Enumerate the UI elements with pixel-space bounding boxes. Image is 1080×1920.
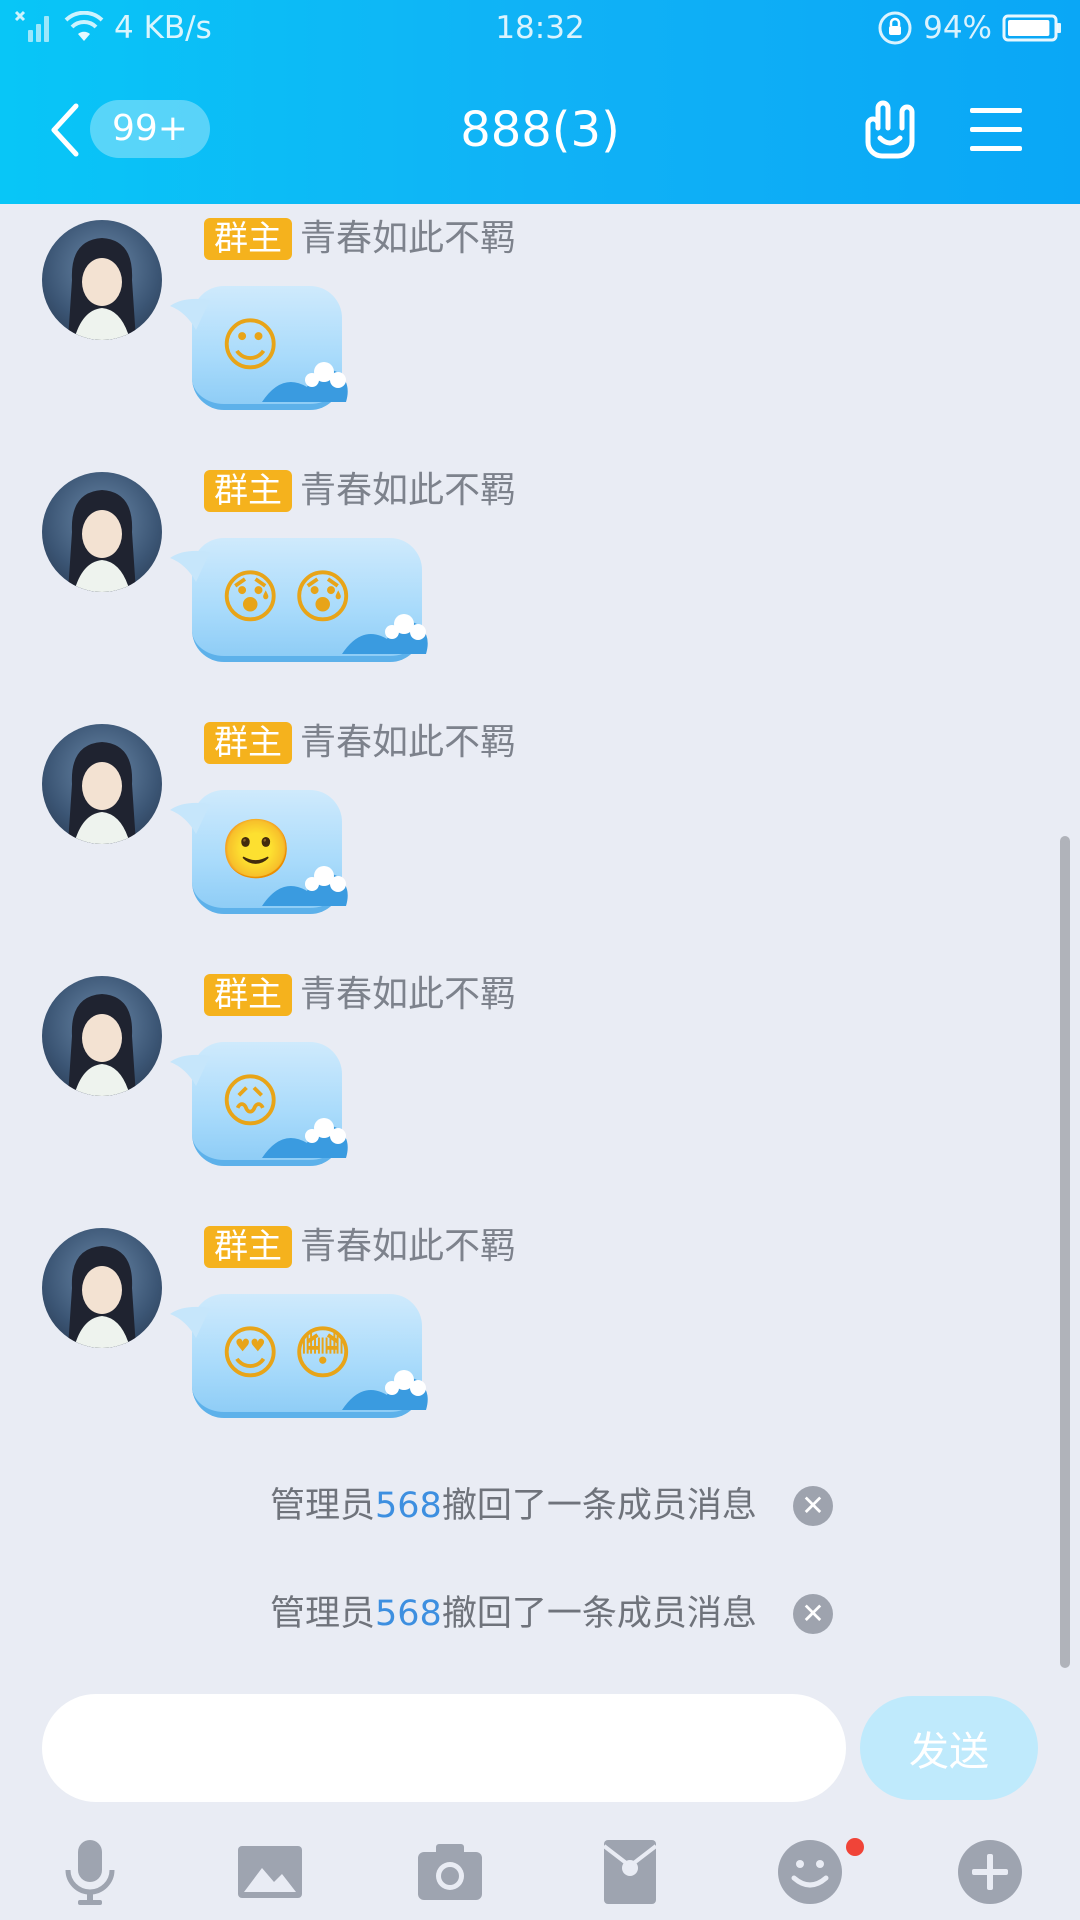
emoji: 😰 (220, 563, 281, 631)
plus-icon[interactable] (954, 1836, 1026, 1908)
bubble-tail (170, 802, 210, 834)
message-item: 群主 青春如此不羁 😍 😳 (0, 1212, 1060, 1418)
avatar-image (68, 490, 136, 592)
notice-prefix: 管理员 (270, 1594, 376, 1634)
bubble-tail (170, 550, 210, 582)
sender-row: 群主 青春如此不羁 (204, 1226, 516, 1268)
avatar[interactable] (42, 724, 162, 844)
status-right: 94% (877, 8, 1062, 48)
hand-gesture-button[interactable] (858, 98, 922, 162)
avatar-image (68, 994, 136, 1096)
avatar-image (68, 1246, 136, 1348)
emoji: 😍 (220, 1319, 281, 1387)
camera-icon[interactable] (414, 1836, 486, 1908)
notice-text: 管理员568撤回了一条成员消息 (270, 1584, 757, 1644)
message-bubble[interactable]: 🙂 (170, 790, 348, 914)
message-list[interactable]: 群主 青春如此不羁 ☺ 群主 青春如此不羁 😰 😰 群主 青春如此不羁 🙂 群主… (0, 204, 1080, 1668)
emoji-icon[interactable] (774, 1836, 846, 1908)
battery-percent: 94% (923, 10, 992, 46)
role-badge: 群主 (204, 218, 292, 260)
role-badge: 群主 (204, 470, 292, 512)
message-bubble[interactable]: 😰 😰 (170, 538, 428, 662)
message-bubble[interactable]: 😍 😳 (170, 1294, 428, 1418)
recall-notice: 管理员568撤回了一条成员消息 ✕ (0, 1476, 1060, 1536)
input-area: 发送 (0, 1668, 1080, 1920)
image-icon[interactable] (234, 1836, 306, 1908)
app-header: 4 KB/s 18:32 94% 99+ 888(3) (0, 0, 1080, 204)
avatar-image (68, 238, 136, 340)
recall-notice: 管理员568撤回了一条成员消息 ✕ (0, 1584, 1060, 1644)
wave-decoration-icon (262, 866, 348, 906)
avatar[interactable] (42, 220, 162, 340)
notice-suffix: 撤回了一条成员消息 (441, 1594, 757, 1634)
sender-name[interactable]: 青春如此不羁 (300, 470, 516, 512)
battery-icon (1002, 14, 1061, 42)
hand-gesture-icon (865, 100, 915, 159)
bubble-tail (170, 1306, 210, 1338)
send-button[interactable]: 发送 (860, 1696, 1038, 1800)
role-badge: 群主 (204, 722, 292, 764)
notification-dot (846, 1838, 864, 1856)
avatar[interactable] (42, 472, 162, 592)
menu-icon (970, 108, 1022, 151)
admin-id-link[interactable]: 568 (375, 1594, 442, 1634)
notice-prefix: 管理员 (270, 1486, 376, 1526)
admin-id-link[interactable]: 568 (375, 1486, 442, 1526)
notice-suffix: 撤回了一条成员消息 (441, 1486, 757, 1526)
bubble-tail (170, 1054, 210, 1086)
bubble-tail (170, 298, 210, 330)
notice-text: 管理员568撤回了一条成员消息 (270, 1476, 757, 1536)
sender-name[interactable]: 青春如此不羁 (300, 974, 516, 1016)
message-input[interactable] (42, 1694, 846, 1802)
nav-bar: 99+ 888(3) (0, 80, 1080, 180)
input-toolbar (0, 1818, 1080, 1918)
message-bubble[interactable]: ☺ (170, 286, 348, 410)
sender-row: 群主 青春如此不羁 (204, 218, 516, 260)
microphone-icon[interactable] (54, 1836, 126, 1908)
close-icon[interactable]: ✕ (793, 1594, 833, 1634)
message-item: 群主 青春如此不羁 ☺ (0, 204, 1060, 410)
sender-row: 群主 青春如此不羁 (204, 974, 516, 1016)
role-badge: 群主 (204, 1226, 292, 1268)
scrollbar[interactable] (1060, 836, 1070, 1668)
message-item: 群主 青春如此不羁 😖 (0, 960, 1060, 1166)
wave-decoration-icon (262, 362, 348, 402)
avatar[interactable] (42, 1228, 162, 1348)
wave-decoration-icon (262, 1118, 348, 1158)
wave-decoration-icon (342, 1370, 428, 1410)
message-item: 群主 青春如此不羁 😰 😰 (0, 456, 1060, 662)
status-bar: 4 KB/s 18:32 94% (0, 0, 1080, 56)
avatar[interactable] (42, 976, 162, 1096)
menu-button[interactable] (968, 102, 1024, 158)
sender-row: 群主 青春如此不羁 (204, 470, 516, 512)
red-packet-icon[interactable] (594, 1836, 666, 1908)
sender-name[interactable]: 青春如此不羁 (300, 218, 516, 260)
sender-row: 群主 青春如此不羁 (204, 722, 516, 764)
message-bubble[interactable]: 😖 (170, 1042, 348, 1166)
role-badge: 群主 (204, 974, 292, 1016)
wave-decoration-icon (342, 614, 428, 654)
rotation-lock-icon (878, 11, 912, 45)
message-item: 群主 青春如此不羁 🙂 (0, 708, 1060, 914)
sender-name[interactable]: 青春如此不羁 (300, 1226, 516, 1268)
sender-name[interactable]: 青春如此不羁 (300, 722, 516, 764)
avatar-image (68, 742, 136, 844)
close-icon[interactable]: ✕ (793, 1486, 833, 1526)
